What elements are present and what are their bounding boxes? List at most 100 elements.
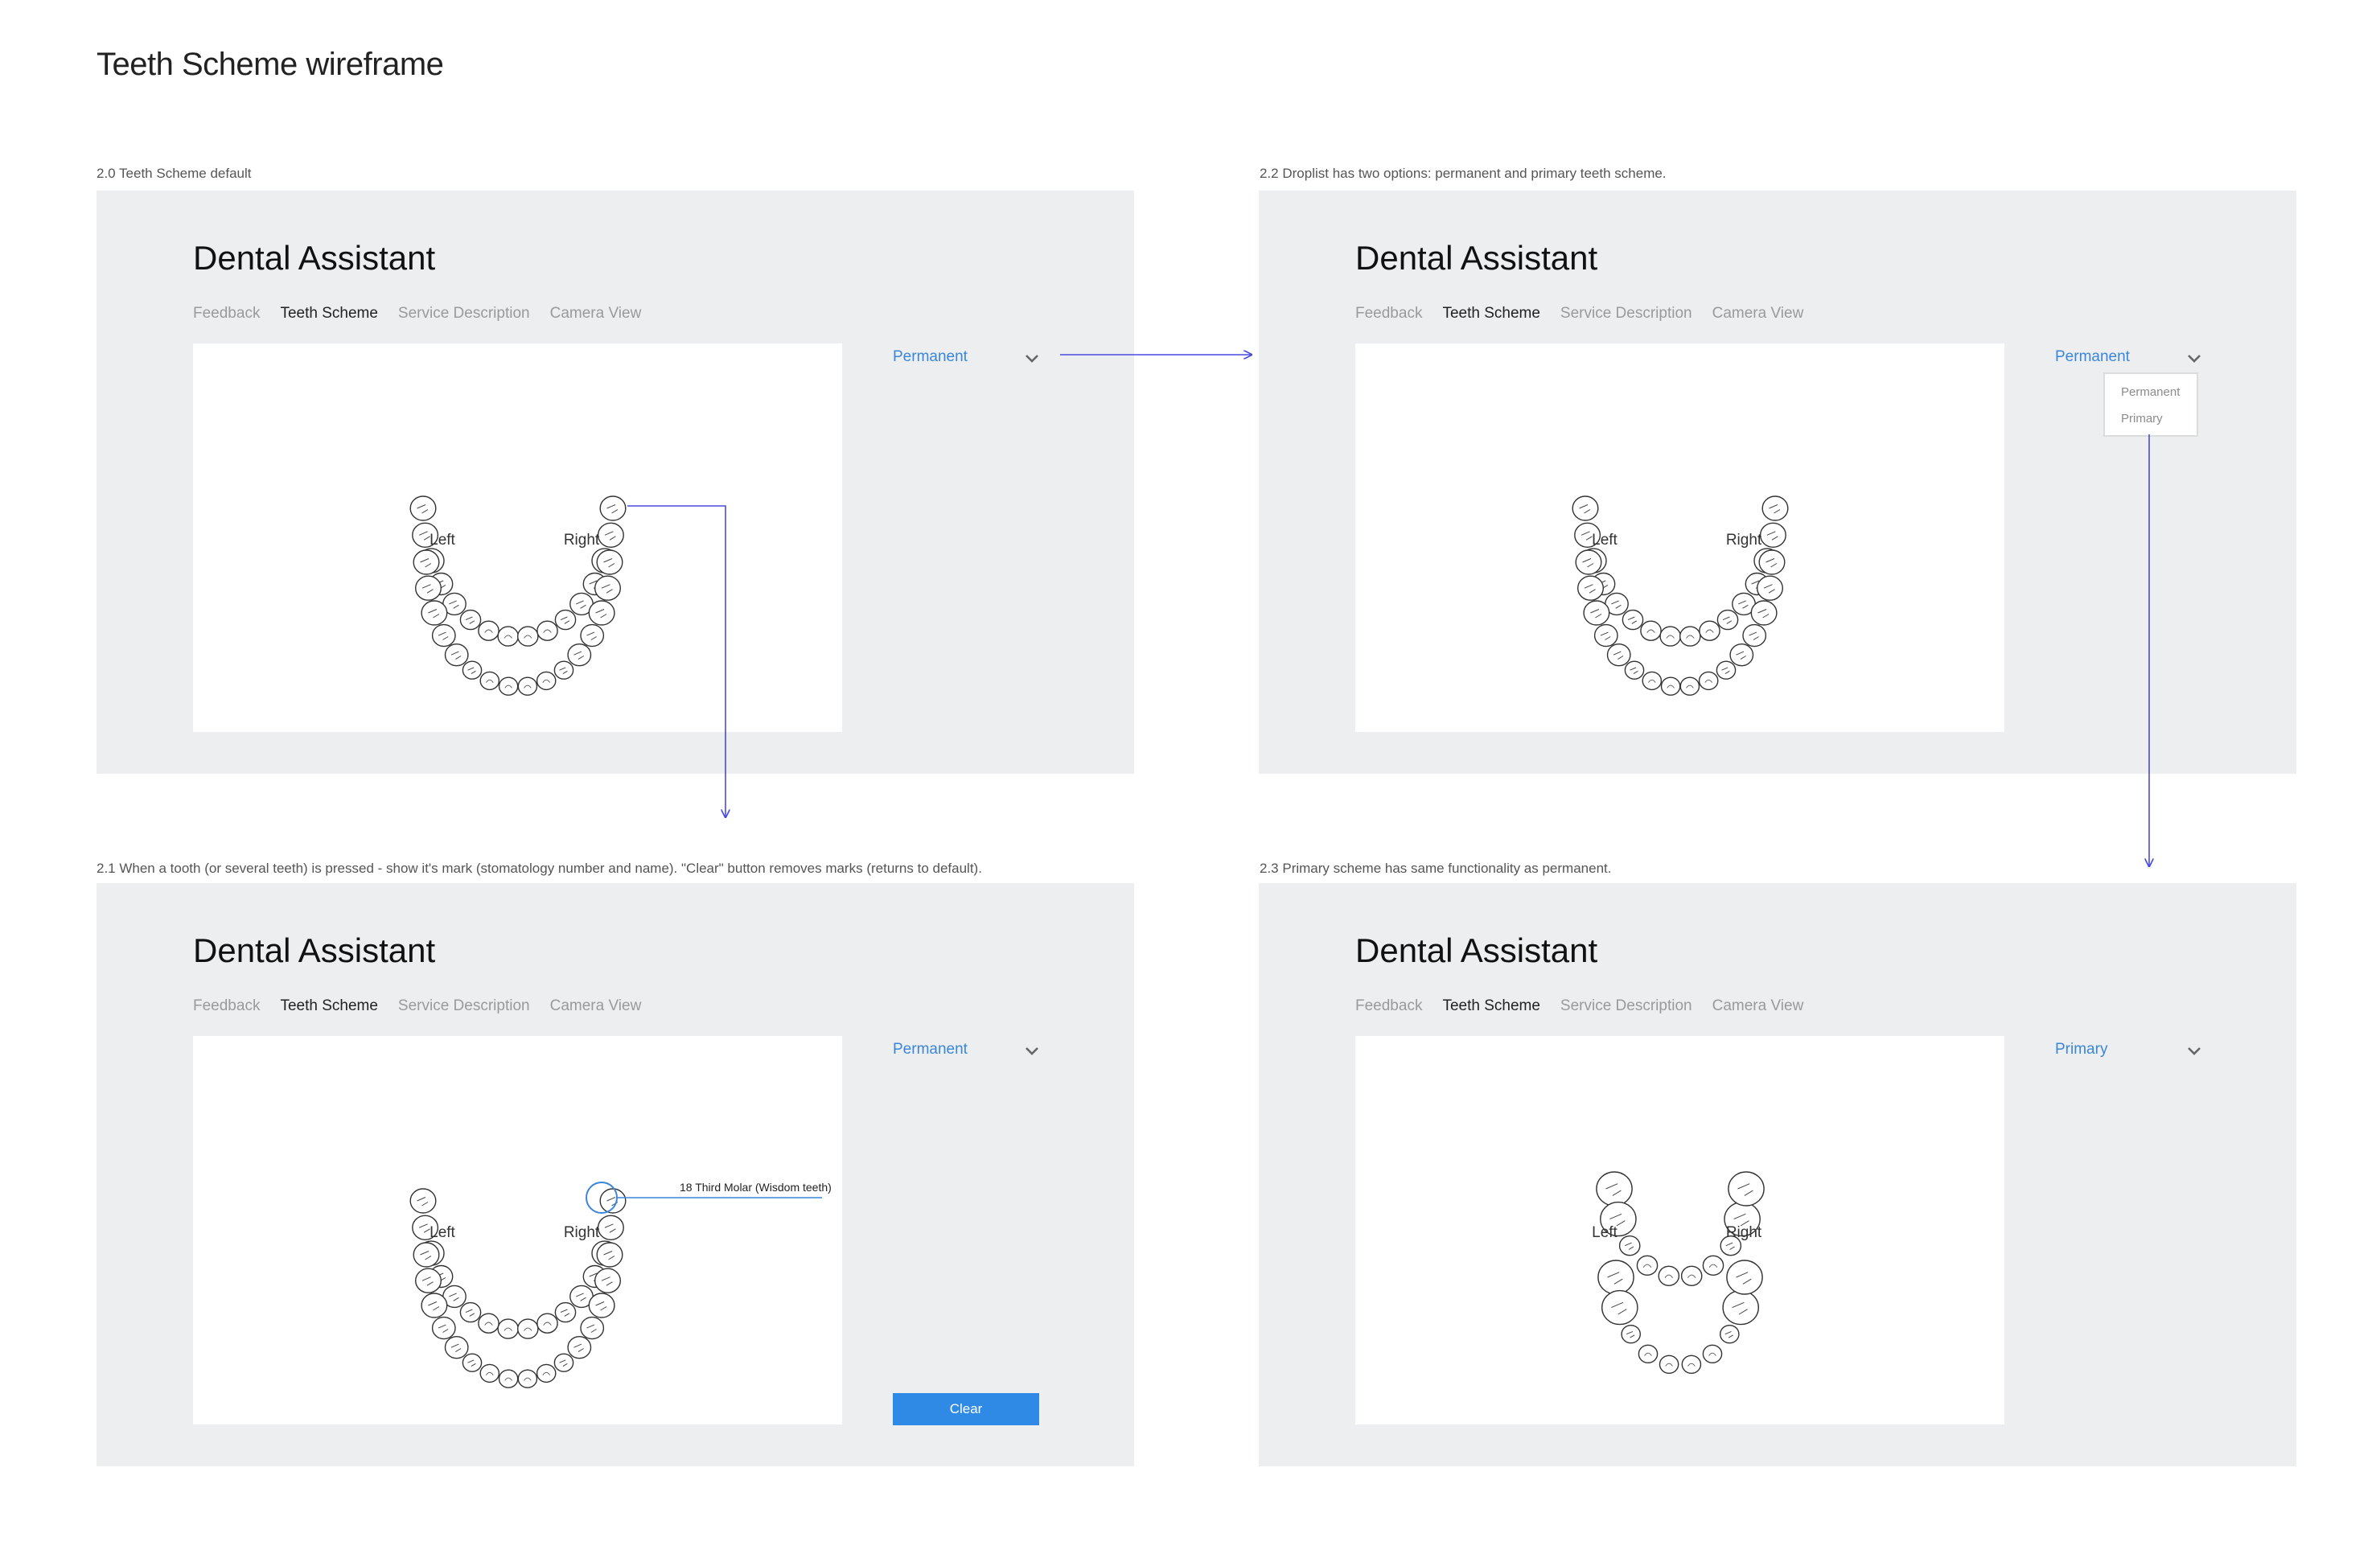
chevron-down-icon[interactable]: [1018, 1038, 1046, 1065]
tooth-icon[interactable]: [517, 676, 538, 696]
tooth-icon[interactable]: [479, 671, 500, 691]
clear-button[interactable]: Clear: [893, 1393, 1039, 1425]
tooth-icon[interactable]: [415, 1268, 442, 1293]
teeth-chart[interactable]: Left Right: [193, 343, 842, 732]
tooth-icon[interactable]: [462, 1353, 483, 1372]
tab-service-description[interactable]: Service Description: [398, 305, 530, 323]
tooth-icon[interactable]: [594, 1268, 622, 1293]
tooth-icon[interactable]: [599, 1188, 627, 1214]
tooth-icon[interactable]: [1757, 575, 1784, 601]
tooth-icon[interactable]: [421, 1293, 448, 1318]
tooth-icon[interactable]: [536, 620, 558, 641]
tooth-icon[interactable]: [444, 1336, 469, 1359]
tab-camera-view[interactable]: Camera View: [1712, 997, 1804, 1015]
tooth-icon[interactable]: [1728, 1171, 1765, 1207]
tooth-icon[interactable]: [594, 575, 622, 601]
tooth-icon[interactable]: [1601, 1289, 1638, 1326]
tooth-icon[interactable]: [431, 623, 456, 647]
tooth-icon[interactable]: [567, 1336, 592, 1359]
tooth-icon[interactable]: [554, 609, 577, 631]
tooth-icon[interactable]: [498, 676, 519, 696]
tooth-icon[interactable]: [1636, 1255, 1659, 1276]
tooth-icon[interactable]: [1680, 1265, 1703, 1286]
tab-teeth-scheme[interactable]: Teeth Scheme: [280, 305, 377, 323]
tooth-icon[interactable]: [1642, 671, 1663, 691]
tooth-icon[interactable]: [1606, 643, 1631, 667]
tooth-icon[interactable]: [1702, 1255, 1724, 1276]
teeth-chart[interactable]: Left Right 18 Third Molar (Wisdom teeth): [193, 1036, 842, 1424]
tab-feedback[interactable]: Feedback: [1355, 305, 1422, 323]
tooth-icon[interactable]: [1702, 1344, 1723, 1363]
tooth-icon[interactable]: [1716, 660, 1737, 680]
tab-feedback[interactable]: Feedback: [193, 305, 260, 323]
chevron-down-icon[interactable]: [2181, 345, 2208, 372]
tooth-icon[interactable]: [597, 522, 624, 549]
tab-camera-view[interactable]: Camera View: [1712, 305, 1804, 323]
tooth-icon[interactable]: [431, 1316, 456, 1340]
droplist-option-primary[interactable]: Primary: [2121, 412, 2163, 425]
tooth-icon[interactable]: [588, 1293, 615, 1318]
tooth-icon[interactable]: [1726, 1260, 1763, 1295]
tooth-icon[interactable]: [497, 1318, 520, 1339]
tooth-icon[interactable]: [1742, 623, 1767, 647]
tooth-icon[interactable]: [478, 620, 499, 641]
tooth-icon[interactable]: [1758, 549, 1786, 575]
tooth-icon[interactable]: [1638, 1344, 1659, 1363]
tooth-icon[interactable]: [409, 1188, 437, 1214]
tab-teeth-scheme[interactable]: Teeth Scheme: [1442, 305, 1539, 323]
tooth-icon[interactable]: [1719, 1325, 1740, 1344]
tooth-icon[interactable]: [1572, 495, 1599, 521]
tooth-icon[interactable]: [553, 660, 574, 680]
tooth-icon[interactable]: [462, 660, 483, 680]
tooth-icon[interactable]: [497, 626, 520, 647]
tooth-icon[interactable]: [567, 643, 592, 667]
tooth-icon[interactable]: [580, 1316, 605, 1340]
tooth-icon[interactable]: [536, 1363, 557, 1383]
tooth-icon[interactable]: [1759, 522, 1786, 549]
scheme-select[interactable]: Permanent: [893, 345, 1046, 372]
scheme-select[interactable]: Permanent: [893, 1038, 1046, 1065]
tooth-icon[interactable]: [580, 623, 605, 647]
tooth-icon[interactable]: [1679, 676, 1700, 696]
tooth-icon[interactable]: [1722, 1289, 1760, 1326]
tooth-icon[interactable]: [1621, 1325, 1642, 1344]
tooth-icon[interactable]: [553, 1353, 574, 1372]
tooth-icon[interactable]: [596, 549, 623, 575]
tooth-icon[interactable]: [478, 1313, 499, 1334]
tab-teeth-scheme[interactable]: Teeth Scheme: [1442, 997, 1539, 1015]
tooth-icon[interactable]: [1660, 676, 1681, 696]
droplist-option-permanent[interactable]: Permanent: [2121, 385, 2180, 399]
tooth-icon[interactable]: [1659, 626, 1682, 647]
tooth-icon[interactable]: [498, 1369, 519, 1388]
tooth-icon[interactable]: [1640, 620, 1662, 641]
scheme-select[interactable]: Primary: [2055, 1038, 2208, 1065]
tooth-icon[interactable]: [536, 671, 557, 691]
tooth-icon[interactable]: [409, 495, 437, 521]
tooth-icon[interactable]: [421, 600, 448, 626]
tooth-icon[interactable]: [1750, 600, 1778, 626]
tooth-icon[interactable]: [1659, 1355, 1679, 1374]
tooth-icon[interactable]: [516, 626, 539, 647]
tooth-icon[interactable]: [1618, 1235, 1641, 1256]
tooth-icon[interactable]: [1699, 620, 1720, 641]
tooth-icon[interactable]: [1679, 626, 1701, 647]
tooth-icon[interactable]: [1577, 575, 1605, 601]
tab-service-description[interactable]: Service Description: [1560, 305, 1692, 323]
tab-camera-view[interactable]: Camera View: [550, 305, 642, 323]
tooth-icon[interactable]: [1583, 600, 1610, 626]
tooth-icon[interactable]: [479, 1363, 500, 1383]
tooth-icon[interactable]: [1729, 643, 1754, 667]
tooth-icon[interactable]: [588, 600, 615, 626]
tooth-icon[interactable]: [599, 495, 627, 521]
tooth-icon[interactable]: [1624, 660, 1645, 680]
teeth-chart[interactable]: Left Right: [1355, 343, 2004, 732]
tooth-icon[interactable]: [1596, 1171, 1633, 1207]
teeth-chart[interactable]: Left Right: [1355, 1036, 2004, 1424]
tooth-icon[interactable]: [597, 1215, 624, 1241]
tooth-icon[interactable]: [596, 1242, 623, 1268]
tooth-icon[interactable]: [1575, 549, 1602, 575]
tooth-icon[interactable]: [413, 1242, 440, 1268]
tooth-icon[interactable]: [459, 609, 482, 631]
scheme-select[interactable]: Permanent: [2055, 345, 2208, 372]
tab-feedback[interactable]: Feedback: [1355, 997, 1422, 1015]
